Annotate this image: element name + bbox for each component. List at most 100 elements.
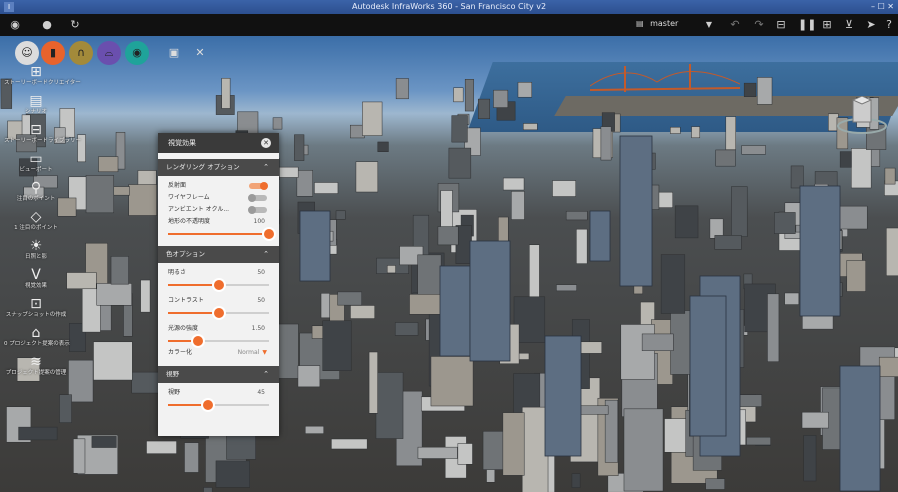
skyscraper: [619, 135, 653, 287]
globe-icon[interactable]: ◉: [125, 41, 149, 65]
building: [623, 408, 664, 492]
reflection-toggle[interactable]: [249, 182, 268, 190]
building: [657, 191, 673, 208]
road-icon[interactable]: ∩: [69, 41, 93, 65]
building: [320, 293, 330, 319]
stack-icon[interactable]: ▮: [41, 41, 65, 65]
user-icon[interactable]: ◉: [8, 18, 22, 32]
building: [774, 212, 796, 234]
tool-icon: ≋: [30, 354, 42, 370]
redo-icon[interactable]: ↷: [752, 18, 766, 32]
building: [846, 260, 866, 292]
slider-thumb[interactable]: [193, 336, 204, 346]
chevron-up-icon[interactable]: ⌃: [263, 159, 269, 176]
building: [93, 341, 133, 381]
colorize-value: Normal: [237, 349, 260, 356]
building: [518, 352, 530, 360]
tool-label: 0 プロジェクト提案の表示: [4, 341, 70, 347]
refresh-icon[interactable]: ↻: [68, 18, 82, 32]
building: [453, 87, 464, 103]
building: [674, 205, 699, 239]
building: [297, 365, 321, 388]
building: [140, 279, 151, 313]
tool-label: 視覚効果: [24, 283, 47, 289]
colorize-select[interactable]: Normal ▼: [238, 347, 267, 359]
visual-effects-panel: 視覚効果 ✕ レンダリング オプション ⌃ 反射面 ワイヤフレーム アンビエント…: [158, 133, 279, 436]
contrast-value: 50: [257, 297, 265, 304]
building: [529, 244, 540, 299]
grid-icon[interactable]: ⊞: [820, 18, 834, 32]
wireframe-toggle[interactable]: [248, 194, 267, 202]
tool-label: ストーリーボードライブラリー: [4, 138, 82, 144]
building: [91, 436, 117, 448]
building: [571, 473, 581, 488]
chevron-up-icon[interactable]: ⌃: [263, 246, 269, 263]
left-tool-10[interactable]: ≋ プロジェクト提案の管理: [4, 354, 68, 390]
light-intensity-value: 1.50: [251, 325, 265, 332]
branch-selector[interactable]: ▤ master: [636, 19, 678, 28]
window-title: Autodesk InfraWorks 360 - San Francisco …: [351, 2, 547, 11]
brightness-slider[interactable]: [168, 279, 269, 291]
building: [355, 161, 379, 193]
filter-icon[interactable]: ⊻: [842, 18, 856, 32]
building: [448, 147, 472, 179]
building: [451, 115, 468, 143]
tool-label: シナリオ: [24, 109, 47, 115]
building: [878, 356, 898, 377]
building: [305, 425, 324, 434]
building: [464, 79, 474, 112]
rendering-options-header[interactable]: レンダリング オプション ⌃: [158, 159, 279, 176]
building: [457, 443, 473, 465]
colorize-label: カラー化: [168, 349, 193, 356]
tools-icon[interactable]: ✕: [188, 41, 212, 65]
close-icon[interactable]: ✕: [261, 138, 271, 148]
building: [886, 227, 898, 277]
tool-icon: ⊡: [30, 296, 42, 312]
brightness-label: 明るさ: [168, 269, 187, 276]
contrast-slider[interactable]: [168, 307, 269, 319]
tool-icon: ◇: [30, 209, 42, 225]
help-icon[interactable]: ?: [882, 18, 896, 32]
chevron-up-icon[interactable]: ⌃: [263, 366, 269, 383]
home-icon[interactable]: ☺: [15, 41, 39, 65]
bridge-icon[interactable]: ⌓: [97, 41, 121, 65]
window-controls[interactable]: – ☐ ✕: [871, 0, 894, 14]
building: [221, 77, 231, 109]
color-options-header[interactable]: 色オプション ⌃: [158, 246, 279, 263]
building: [314, 182, 339, 194]
building: [502, 412, 525, 476]
building: [85, 175, 115, 214]
slider-thumb[interactable]: [264, 229, 274, 239]
building: [337, 291, 362, 306]
field-of-view-header[interactable]: 視野 ⌃: [158, 366, 279, 383]
pause-icon[interactable]: ❚❚: [798, 18, 816, 32]
undo-icon[interactable]: ↶: [728, 18, 742, 32]
city-model: [0, 77, 898, 492]
pointer-icon[interactable]: ➤: [864, 18, 878, 32]
building: [430, 356, 474, 407]
contrast-label: コントラスト: [168, 297, 204, 304]
tool-icon: V: [31, 267, 41, 283]
building: [59, 394, 72, 423]
slider-thumb[interactable]: [213, 280, 224, 290]
building: [322, 320, 352, 371]
terrain-opacity-slider[interactable]: [168, 228, 274, 240]
panel-icon[interactable]: ⊟: [774, 18, 788, 32]
slider-thumb[interactable]: [213, 308, 224, 318]
brightness-row: 明るさ 50: [158, 267, 279, 279]
view-cube[interactable]: [836, 96, 888, 136]
present-icon[interactable]: ▣: [162, 41, 186, 65]
fov-slider[interactable]: [168, 399, 269, 411]
sync-icon[interactable]: ●: [40, 18, 54, 32]
slider-thumb[interactable]: [203, 400, 214, 410]
building: [620, 324, 655, 380]
light-intensity-slider[interactable]: [168, 335, 269, 347]
ambient-occlusion-toggle[interactable]: [248, 206, 267, 214]
building: [368, 351, 378, 414]
building: [437, 226, 459, 246]
3d-viewport[interactable]: [0, 36, 898, 492]
app-icon[interactable]: I: [4, 2, 14, 12]
tool-icon: ☀: [29, 238, 43, 254]
building: [66, 272, 97, 290]
dropdown-icon[interactable]: ▼: [702, 18, 716, 32]
